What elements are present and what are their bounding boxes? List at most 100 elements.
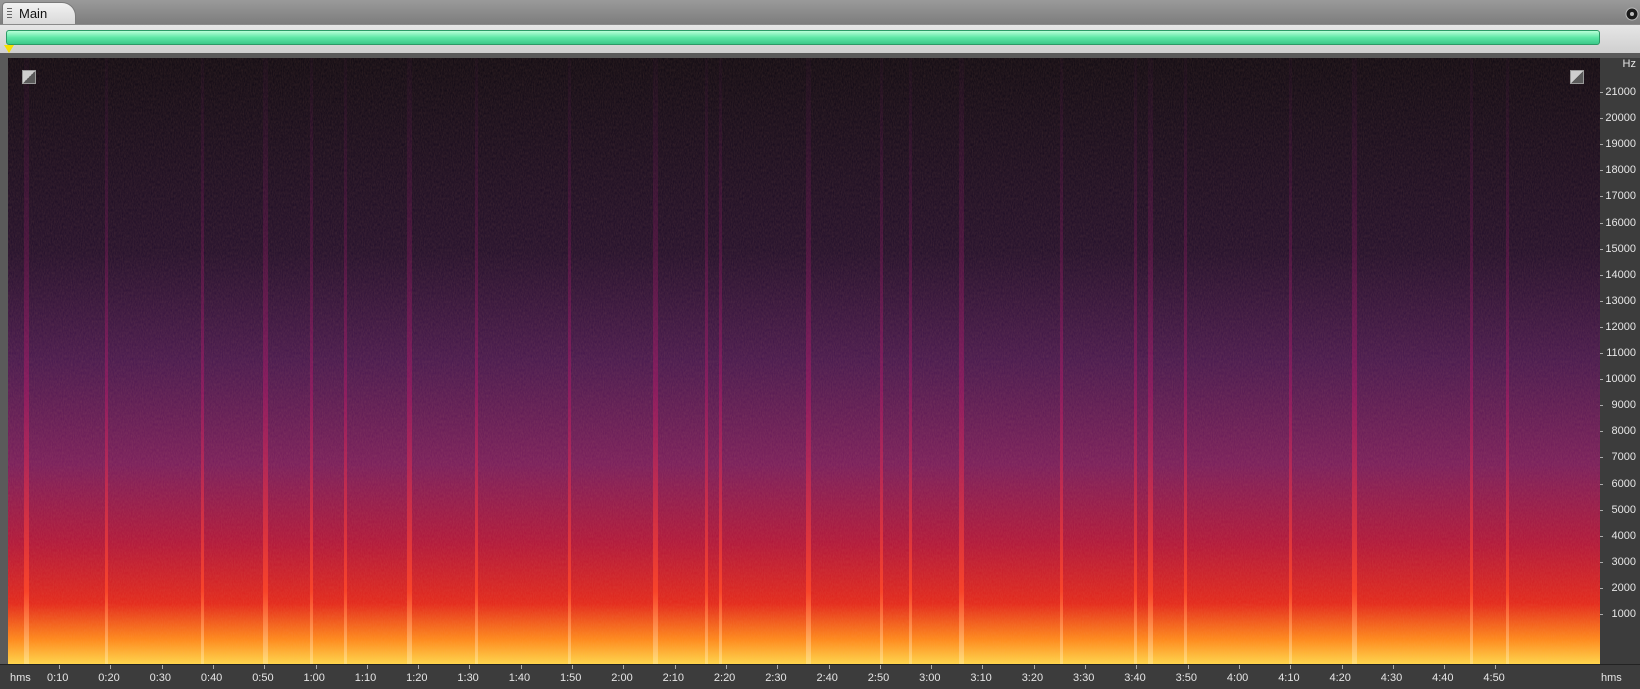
transient-streak bbox=[1134, 58, 1137, 664]
transient-streak bbox=[1148, 58, 1153, 664]
transient-streak bbox=[105, 58, 108, 664]
freq-axis-tick bbox=[1600, 457, 1603, 459]
corner-handle-left-icon[interactable] bbox=[22, 70, 36, 84]
freq-axis-label: 2000 bbox=[1611, 581, 1636, 594]
tab-main[interactable]: Main bbox=[2, 2, 76, 24]
time-axis-tick bbox=[725, 665, 727, 669]
freq-axis-tick bbox=[1600, 379, 1603, 381]
spectrogram-view[interactable] bbox=[8, 58, 1600, 664]
time-axis-label: 0:30 bbox=[149, 672, 172, 684]
time-axis-tick bbox=[1444, 665, 1446, 669]
freq-axis-tick bbox=[1600, 144, 1603, 146]
time-axis-tick bbox=[161, 665, 163, 669]
time-axis-tick bbox=[315, 665, 317, 669]
freq-axis-label: 11000 bbox=[1606, 347, 1636, 359]
time-axis-label: 1:10 bbox=[354, 672, 377, 684]
time-axis-tick bbox=[982, 665, 984, 669]
transient-streak bbox=[475, 58, 478, 664]
freq-axis-label: 12000 bbox=[1605, 320, 1636, 333]
time-axis-label: 4:00 bbox=[1226, 672, 1249, 684]
time-axis-unit-right: hms bbox=[1601, 672, 1622, 684]
time-axis-tick bbox=[1136, 665, 1138, 669]
overview-range-bar[interactable] bbox=[6, 30, 1600, 45]
freq-axis-tick bbox=[1600, 405, 1603, 407]
transient-streak bbox=[344, 58, 347, 664]
corner-handle-right-icon[interactable] bbox=[1570, 70, 1584, 84]
transient-streak bbox=[719, 58, 722, 664]
freq-axis-tick bbox=[1600, 483, 1603, 485]
time-axis-label: 1:40 bbox=[508, 672, 531, 684]
tab-bar: Main bbox=[0, 0, 1640, 24]
transient-streak bbox=[1506, 58, 1509, 664]
freq-axis-label: 19000 bbox=[1605, 138, 1636, 151]
transient-streak bbox=[1060, 58, 1063, 664]
playhead-marker-icon[interactable] bbox=[4, 45, 14, 53]
time-axis-tick bbox=[1495, 665, 1497, 669]
time-axis-label: 3:50 bbox=[1175, 672, 1198, 684]
freq-axis-label: 1000 bbox=[1611, 608, 1636, 620]
time-axis-tick bbox=[828, 665, 830, 669]
time-axis-tick bbox=[1085, 665, 1086, 669]
time-axis-tick bbox=[674, 665, 676, 669]
time-axis-label: 1:00 bbox=[303, 672, 325, 684]
time-axis-tick bbox=[1290, 665, 1292, 669]
freq-axis-label: 13000 bbox=[1605, 294, 1636, 307]
transient-streak bbox=[24, 58, 29, 664]
time-axis-tick bbox=[1033, 665, 1035, 669]
time-axis-tick bbox=[59, 665, 60, 669]
panel-options-icon[interactable] bbox=[1618, 2, 1640, 24]
time-axis-label: 2:50 bbox=[867, 672, 890, 684]
freq-axis-tick bbox=[1600, 587, 1603, 589]
time-axis-label: 4:10 bbox=[1278, 672, 1300, 684]
transient-streak bbox=[568, 58, 571, 664]
time-axis-label: 2:40 bbox=[816, 672, 838, 684]
freq-axis-tick bbox=[1600, 196, 1603, 198]
freq-axis-tick bbox=[1600, 118, 1603, 120]
freq-axis-tick bbox=[1600, 274, 1603, 276]
freq-axis-tick bbox=[1600, 92, 1603, 93]
time-axis-label: 3:20 bbox=[1021, 672, 1044, 684]
freq-axis-label: 6000 bbox=[1611, 477, 1636, 490]
freq-axis-tick bbox=[1600, 222, 1603, 224]
transient-streak bbox=[705, 58, 708, 664]
time-axis-tick bbox=[520, 665, 522, 669]
time-axis-tick bbox=[469, 665, 471, 669]
transient-streak bbox=[653, 58, 658, 664]
transient-streak bbox=[1184, 58, 1187, 664]
time-axis-label: 2:30 bbox=[765, 672, 787, 684]
time-axis-label: 0:20 bbox=[98, 672, 120, 684]
transient-streak bbox=[1352, 58, 1357, 664]
time-axis-label: 3:40 bbox=[1124, 672, 1146, 684]
freq-axis-tick bbox=[1600, 170, 1603, 172]
time-axis-label: 4:50 bbox=[1483, 672, 1505, 684]
freq-axis-label: 14000 bbox=[1605, 268, 1636, 281]
freq-axis-label: 5000 bbox=[1611, 503, 1636, 516]
time-axis-unit-left: hms bbox=[10, 672, 31, 684]
freq-axis-tick bbox=[1600, 509, 1603, 511]
time-axis-label: 4:40 bbox=[1432, 672, 1454, 684]
time-axis-tick bbox=[572, 665, 573, 669]
time-axis-label: 3:30 bbox=[1073, 672, 1095, 684]
spectrogram-image bbox=[8, 58, 1600, 664]
time-axis-label: 1:30 bbox=[457, 672, 479, 684]
time-axis-tick bbox=[366, 665, 368, 669]
time-axis-label: 1:20 bbox=[406, 672, 428, 684]
time-axis-label: 4:30 bbox=[1380, 672, 1403, 684]
freq-axis-tick bbox=[1600, 561, 1603, 563]
freq-axis-tick bbox=[1600, 614, 1603, 615]
freq-axis-label: 9000 bbox=[1611, 399, 1636, 412]
time-axis-label: 2:20 bbox=[713, 672, 736, 684]
time-axis-tick bbox=[1187, 665, 1189, 669]
frequency-axis: Hz 21000 20000 19000 18000 17000 16000 15000 14… bbox=[1600, 58, 1640, 664]
freq-axis-label: 18000 bbox=[1605, 164, 1636, 177]
transient-streak bbox=[880, 58, 883, 664]
time-axis-tick bbox=[264, 665, 266, 669]
time-axis-tick bbox=[418, 665, 420, 669]
freq-axis-tick bbox=[1600, 248, 1603, 250]
time-axis-tick bbox=[879, 665, 881, 669]
freq-axis-label: 16000 bbox=[1605, 216, 1636, 229]
time-axis-label: 3:10 bbox=[970, 672, 992, 684]
freq-axis-label: 7000 bbox=[1611, 451, 1636, 464]
freq-axis-label: 4000 bbox=[1611, 529, 1636, 542]
freq-axis-tick bbox=[1600, 431, 1603, 433]
